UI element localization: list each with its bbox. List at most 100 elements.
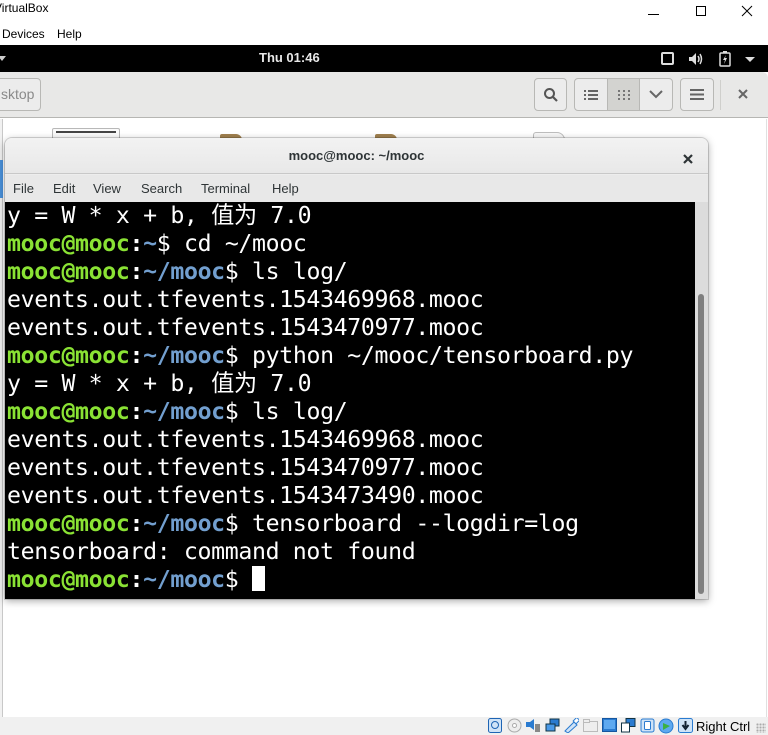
vbox-status-icons [487,718,693,733]
maximize-button[interactable] [678,0,724,22]
search-icon [543,87,558,102]
host-key-label: Right Ctrl [696,719,751,734]
maximize-icon [696,6,706,16]
menu-edit[interactable]: Edit [53,181,75,196]
grid-view-icon [617,89,630,100]
terminal-output[interactable]: y = W * x + b, 值为 7.0 mooc@mooc:~$ cd ~/m… [5,202,695,599]
prompt-dollar: $ [156,230,184,257]
output-text: events.out.tfevents.1543469968.mooc [7,426,484,453]
output-text: events.out.tfevents.1543473490.mooc [7,482,484,509]
system-menu-arrow-icon[interactable] [745,57,755,62]
terminal-output-line: events.out.tfevents.1543470977.mooc [7,314,695,342]
prompt-path: ~/mooc [143,566,225,593]
host-titlebar: VirtualBox [0,0,768,22]
display-icon[interactable] [601,718,617,733]
header-separator [720,80,721,110]
menu-search[interactable]: Search [141,181,182,196]
prompt-user-host: mooc@mooc [7,566,130,593]
prompt-path: ~/mooc [143,510,225,537]
prompt-command: ls log/ [252,258,348,285]
close-icon [738,89,748,99]
terminal-output-line: y = W * x + b, 值为 7.0 [7,202,695,230]
output-text: events.out.tfevents.1543470977.mooc [7,454,484,481]
prompt-path: ~/mooc [143,258,225,285]
prompt-colon: : [129,398,144,425]
clock[interactable]: Thu 01:46 [259,50,320,65]
battery-charging-icon[interactable] [719,51,731,71]
prompt-colon: : [129,258,144,285]
text-cursor[interactable] [252,566,266,591]
output-text: tensorboard: command not found [7,538,416,565]
minimize-button[interactable] [630,0,676,22]
cpu-icon[interactable] [639,718,655,733]
terminal-prompt-line: mooc@mooc:~/mooc$ python ~/mooc/tensorbo… [7,342,695,370]
menu-terminal[interactable]: Terminal [201,181,250,196]
close-button[interactable] [724,0,768,22]
window-icon[interactable] [661,52,674,65]
terminal-output-line: tensorboard: command not found [7,538,695,566]
terminal-close-button[interactable] [682,150,694,164]
sidebar-selected-item[interactable] [0,160,3,198]
path-button-desktop[interactable]: sktop [0,78,41,111]
output-text: events.out.tfevents.1543470977.mooc [7,314,484,341]
list-view-button[interactable] [575,79,608,110]
prompt-user-host: mooc@mooc [7,258,130,285]
file-manager-headerbar: sktop [0,72,768,118]
menu-file[interactable]: File [13,181,34,196]
prompt-user-host: mooc@mooc [7,398,130,425]
file-manager-close-button[interactable] [735,86,751,102]
menu-button[interactable] [680,78,714,111]
host-window-title: VirtualBox [0,1,49,15]
file-manager-sidebar [0,119,3,717]
terminal-output-line: y = W * x + b, 值为 7.0 [7,370,695,398]
terminal-prompt-line: mooc@mooc:~/mooc$ [7,566,695,594]
prompt-command: tensorboard --logdir=log [252,510,579,537]
menu-view[interactable]: View [93,181,121,196]
resize-grip[interactable] [756,723,766,733]
video-capture-icon[interactable] [620,718,636,733]
terminal-prompt-line: mooc@mooc:~/mooc$ ls log/ [7,398,695,426]
prompt-colon: : [129,510,144,537]
audio-icon[interactable] [525,718,541,733]
output-text: events.out.tfevents.1543469968.mooc [7,286,484,313]
terminal-titlebar[interactable]: mooc@mooc: ~/mooc [5,138,708,174]
terminal-prompt-line: mooc@mooc:~/mooc$ ls log/ [7,258,695,286]
menu-help[interactable]: Help [57,27,82,41]
terminal-menubar: File Edit View Search Terminal Help [5,175,708,202]
menu-help[interactable]: Help [272,181,299,196]
terminal-scrollbar[interactable] [695,202,708,599]
prompt-user-host: mooc@mooc [7,342,130,369]
host-menubar: Devices Help [0,24,768,44]
mouse-integration-icon[interactable] [658,718,674,733]
search-button[interactable] [534,78,567,111]
list-view-icon [583,89,598,100]
terminal-output-line: events.out.tfevents.1543473490.mooc [7,482,695,510]
terminal-output-line: events.out.tfevents.1543469968.mooc [7,426,695,454]
keyboard-capture-icon[interactable] [677,718,693,733]
app-menu-arrow-icon[interactable] [0,56,6,61]
prompt-command: cd ~/mooc [183,230,307,257]
prompt-command: python ~/mooc/tensorboard.py [252,342,634,369]
gnome-topbar: Thu 01:46 [0,45,768,72]
hard-disk-icon[interactable] [487,718,503,733]
network-icon[interactable] [544,718,560,733]
vbox-statusbar: Right Ctrl [0,717,768,735]
view-toggle-group [574,78,673,111]
menu-devices[interactable]: Devices [2,27,45,41]
terminal-output-line: events.out.tfevents.1543469968.mooc [7,286,695,314]
minimize-icon [647,13,659,15]
window-edge [766,119,767,717]
volume-icon[interactable] [688,51,704,70]
shared-folders-icon[interactable] [582,718,598,733]
optical-drive-icon[interactable] [506,718,522,733]
view-options-button[interactable] [640,79,672,110]
grid-view-button[interactable] [607,79,641,110]
prompt-colon: : [129,342,144,369]
prompt-path: ~/mooc [143,342,225,369]
terminal-window: mooc@mooc: ~/mooc File Edit View Search … [5,138,708,599]
scrollbar-thumb[interactable] [698,294,704,594]
prompt-path: ~ [143,230,157,257]
close-icon [683,154,693,164]
prompt-colon: : [129,230,144,257]
usb-icon[interactable] [563,718,579,733]
